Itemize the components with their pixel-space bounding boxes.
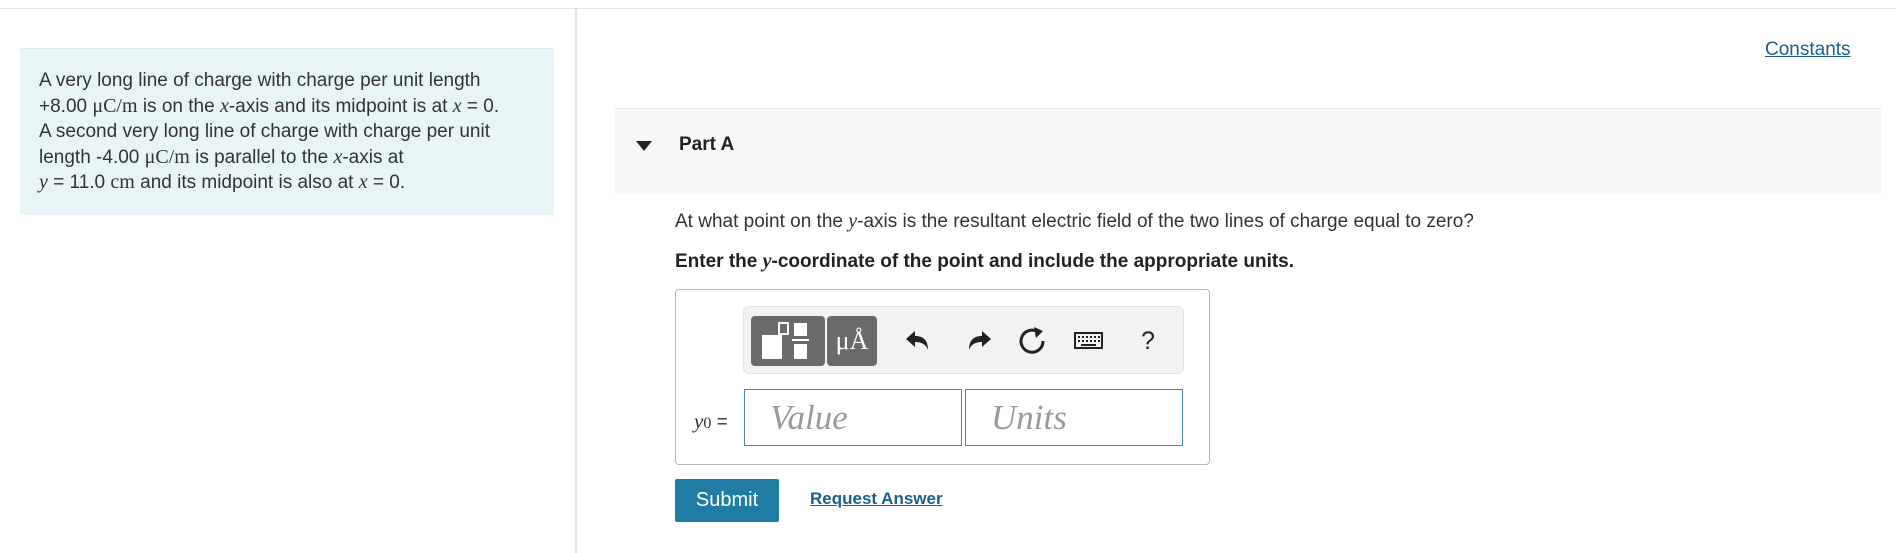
unit-symbol: μC/m	[144, 145, 190, 168]
units-input[interactable]	[965, 389, 1183, 446]
math-variable: y	[39, 171, 48, 194]
problem-text: = 0.	[367, 172, 406, 194]
column-divider	[575, 9, 577, 553]
undo-icon	[906, 331, 928, 350]
unit-symbol: μC/m	[92, 94, 138, 117]
templates-icon	[762, 322, 809, 359]
problem-text: -axis at	[342, 146, 404, 168]
math-variable: x	[219, 94, 229, 117]
undo-button[interactable]	[900, 321, 940, 361]
reset-button[interactable]	[1012, 321, 1052, 361]
problem-text: A very long line of charge with charge p…	[39, 70, 481, 91]
problem-text: and its midpoint is also at	[134, 172, 359, 194]
instruction-text-part: -coordinate of the point and include the…	[771, 251, 1295, 272]
constants-link[interactable]: Constants	[1765, 39, 1851, 61]
part-title: Part A	[679, 134, 735, 155]
problem-line-3: A second very long line of charge with c…	[39, 119, 554, 145]
math-variable: y	[762, 250, 772, 272]
problem-text: +8.00	[39, 95, 93, 117]
part-header[interactable]: Part A	[615, 108, 1881, 194]
keyboard-button[interactable]	[1068, 321, 1108, 361]
problem-text: -axis and its midpoint is at	[228, 95, 453, 117]
instruction-text-part: Enter the	[675, 251, 763, 272]
problem-text: = 0.	[461, 95, 500, 117]
redo-button[interactable]	[957, 321, 997, 361]
keyboard-icon	[1074, 332, 1103, 349]
help-button[interactable]: ?	[1128, 321, 1168, 361]
answer-box: μÅ ? y0 = Value Units	[675, 289, 1210, 465]
problem-text: is on the	[137, 95, 220, 117]
request-answer-link[interactable]: Request Answer	[810, 489, 943, 509]
problem-line-1: A very long line of charge with charge p…	[39, 68, 554, 94]
problem-text: is parallel to the	[189, 146, 334, 168]
math-variable: x	[358, 171, 368, 194]
redo-icon	[969, 331, 991, 350]
units-button[interactable]: μÅ	[827, 316, 877, 366]
math-variable: x	[452, 94, 462, 117]
problem-line-2: +8.00 μC/m is on the x-axis and its midp…	[39, 94, 554, 120]
help-icon: ?	[1141, 327, 1155, 355]
question-text-part: -axis is the resultant electric field of…	[857, 211, 1474, 232]
problem-text: A second very long line of charge with c…	[39, 121, 490, 143]
problem-line-5: y = 11.0 cm and its midpoint is also at …	[39, 170, 554, 196]
equals-sign: =	[711, 412, 728, 433]
value-input[interactable]	[744, 389, 962, 446]
caret-down-icon[interactable]	[636, 141, 652, 151]
math-variable: y	[694, 409, 704, 433]
reset-icon	[1019, 327, 1045, 354]
top-divider	[0, 8, 1896, 9]
problem-line-4: length -4.00 μC/m is parallel to the x-a…	[39, 145, 554, 171]
question-text: At what point on the y-axis is the resul…	[675, 210, 1474, 233]
math-variable: y	[848, 210, 858, 232]
problem-text: = 11.0	[47, 172, 111, 194]
answer-label: y0 =	[694, 409, 728, 434]
unit-symbol: cm	[110, 171, 135, 194]
units-icon: μÅ	[835, 326, 869, 355]
math-toolbar: μÅ ?	[743, 306, 1184, 374]
templates-button[interactable]	[751, 316, 825, 366]
instruction-text: Enter the y-coordinate of the point and …	[675, 250, 1294, 273]
problem-text: length -4.00	[39, 146, 145, 168]
question-text-part: At what point on the	[675, 211, 849, 232]
problem-statement: A very long line of charge with charge p…	[20, 48, 554, 215]
submit-button[interactable]: Submit	[675, 479, 779, 522]
